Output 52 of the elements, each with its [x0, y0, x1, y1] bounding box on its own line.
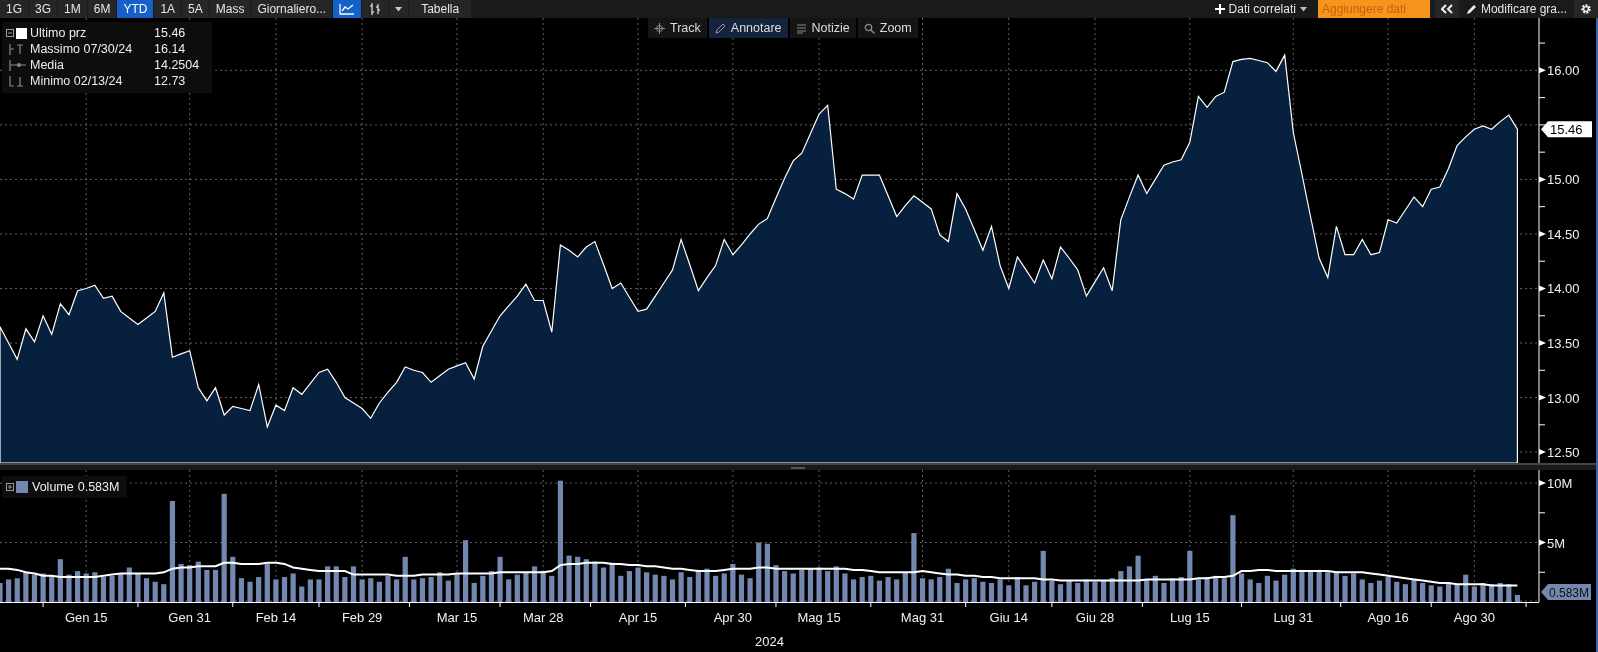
last-volume-tag: 0.583M [1541, 584, 1591, 600]
price-axis-label: 14.00 [1547, 281, 1580, 297]
period-button[interactable]: 6M [87, 0, 117, 18]
volume-axis-label: 5M [1547, 535, 1566, 551]
price-axis-label: 12.50 [1547, 445, 1580, 461]
date-label: Mar 15 [436, 610, 478, 625]
legend-value: 0.583M [77, 480, 120, 494]
legend-label: Volume [32, 480, 74, 494]
date-label: Gen 15 [64, 610, 108, 625]
period-button[interactable]: 3G [29, 0, 58, 18]
legend-value: 15.46 [154, 26, 187, 40]
date-label: Giu 14 [989, 610, 1028, 625]
legend-value: 14.2504 [154, 58, 201, 72]
year-label: 2024 [755, 634, 784, 649]
period-button[interactable]: 5A [182, 0, 209, 18]
legend-label: Massimo 07/30/24 [30, 42, 134, 56]
date-label: Giu 28 [1075, 610, 1115, 625]
date-label: Apr 30 [713, 610, 752, 625]
date-label: Lug 31 [1273, 610, 1314, 625]
period-button[interactable]: Mass [209, 0, 251, 18]
period-button[interactable]: 1M [58, 0, 87, 18]
legend-label: Media [30, 58, 66, 72]
chart-tool-button[interactable]: Notizie [789, 18, 856, 38]
chart-tool-button[interactable]: Annotare [708, 18, 788, 38]
date-label: Ago 16 [1367, 610, 1409, 625]
price-axis-label: 16.00 [1547, 63, 1580, 79]
volume-axis-label: 10M [1547, 476, 1573, 492]
chart-tool-button[interactable]: Zoom [857, 18, 918, 38]
date-label: Feb 14 [255, 610, 297, 625]
table-button[interactable]: Tabella [409, 0, 472, 18]
price-axis-label: 14.50 [1547, 226, 1580, 242]
date-label: Mar 28 [522, 610, 564, 625]
legend-value: 12.73 [154, 74, 187, 88]
price-axis-label: 15.00 [1547, 172, 1580, 188]
date-label: Ago 30 [1453, 610, 1495, 625]
price-axis-label: 13.50 [1547, 336, 1580, 351]
date-label: Mag 15 [797, 610, 841, 625]
date-label: Gen 31 [168, 610, 211, 625]
date-label: Lug 15 [1169, 610, 1210, 625]
date-label: Mag 31 [900, 610, 945, 625]
frequency-dropdown[interactable]: Giornaliero... [251, 0, 333, 18]
price-axis-label: 13.00 [1547, 390, 1580, 406]
period-button[interactable]: YTD [117, 0, 154, 18]
legend-label: Minimo 02/13/24 [30, 74, 124, 88]
chart-tool-button[interactable]: Track [648, 18, 707, 38]
period-button[interactable]: 1A [154, 0, 182, 18]
period-button[interactable]: 1G [0, 0, 28, 18]
last-price-tag: 15.46 [1541, 121, 1592, 138]
date-label: Feb 29 [341, 610, 383, 625]
legend-label: Ultimo prz [30, 26, 88, 40]
legend-value: 16.14 [154, 42, 187, 56]
date-label: Apr 15 [618, 610, 658, 625]
